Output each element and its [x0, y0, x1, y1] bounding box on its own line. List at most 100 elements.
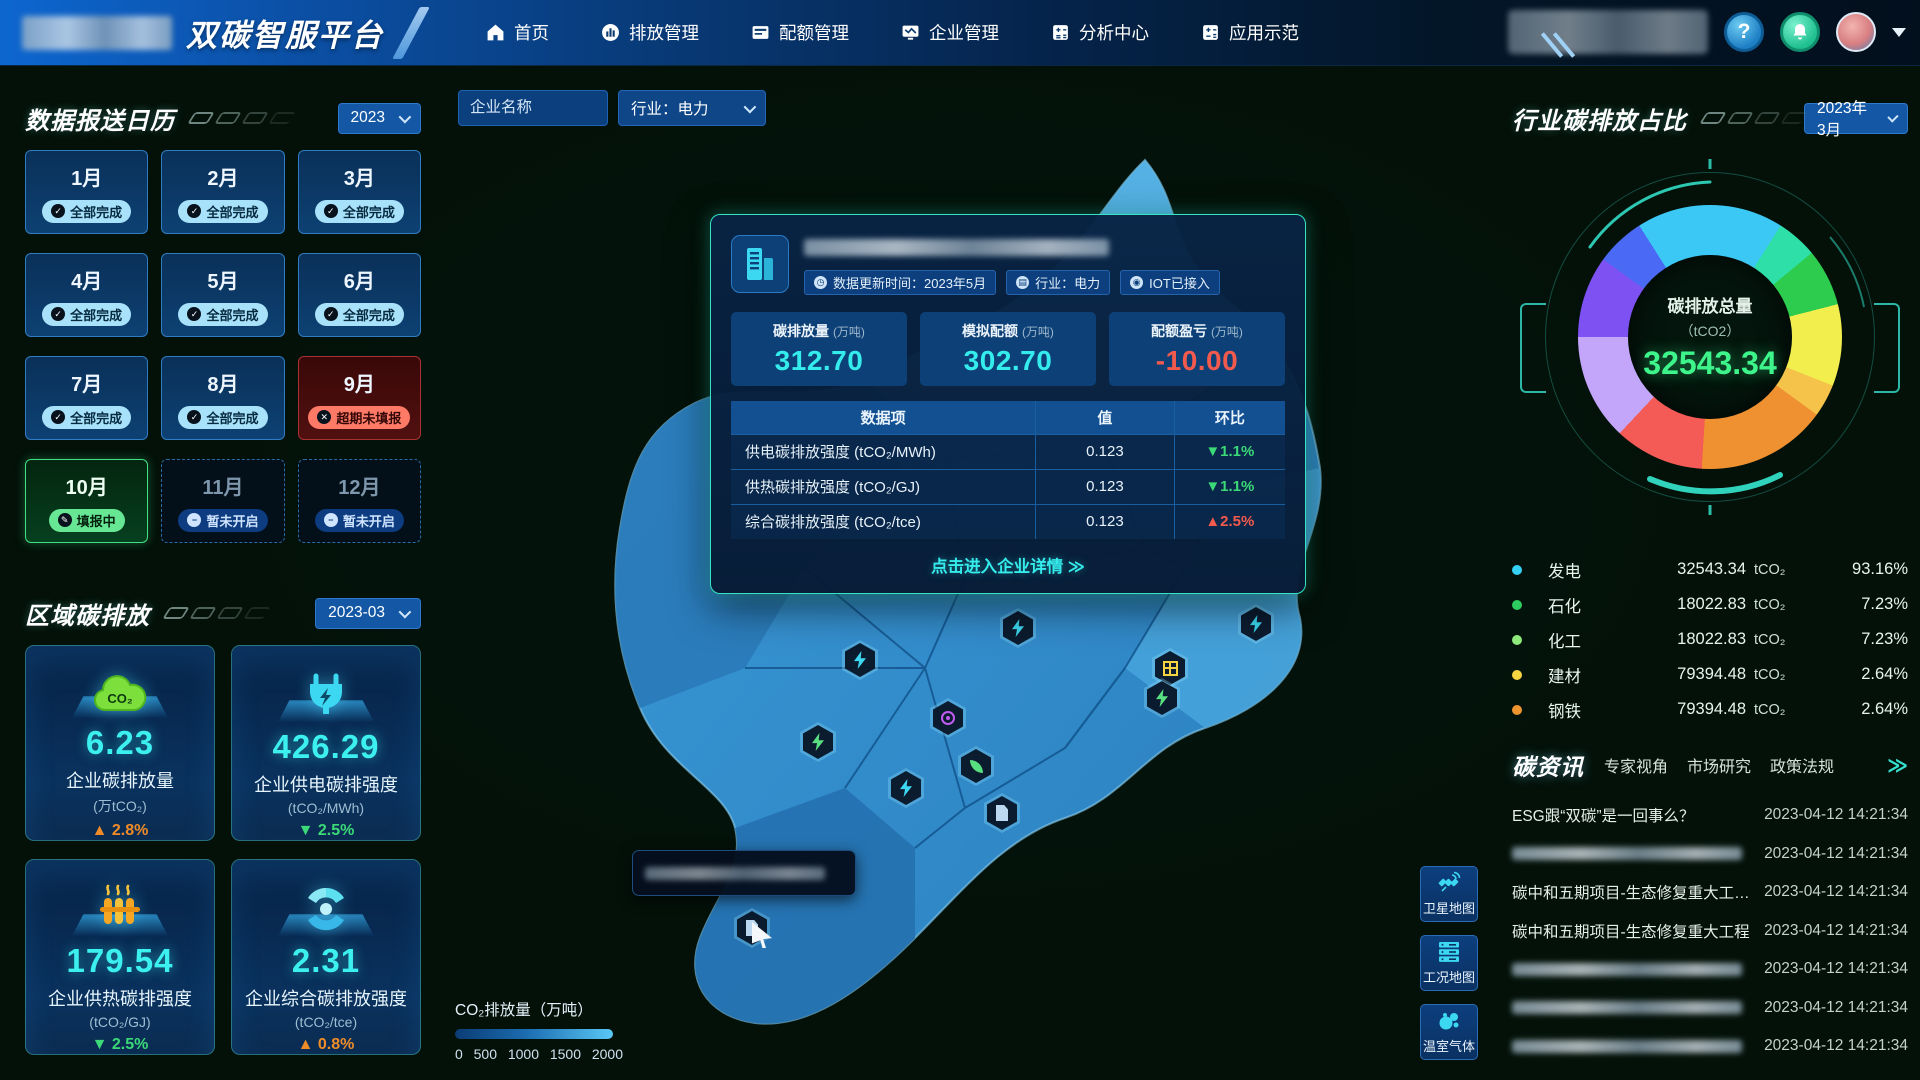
month-label: 6月: [344, 265, 375, 294]
status-icon: ✓: [324, 307, 338, 321]
layer-label: 工况地图: [1423, 967, 1475, 986]
month-label: 7月: [71, 368, 102, 397]
nav-item-emissions[interactable]: 排放管理: [601, 20, 699, 45]
col-header: 值: [1036, 401, 1175, 434]
stat-trend: ▼ 2.5%: [92, 1036, 149, 1054]
enterprise-name-redacted: [804, 239, 1109, 256]
stat-trend: ▼ 2.5%: [298, 822, 355, 840]
nav-label: 应用示范: [1229, 20, 1299, 45]
news-item[interactable]: 碳中和五期项目-生态修复重大工程... 2023-04-12 14:21:34: [1512, 873, 1908, 912]
month-card-aug[interactable]: 8月 ✓全部完成: [161, 356, 284, 440]
nav-item-demos[interactable]: 应用示范: [1201, 20, 1299, 45]
enterprise-detail-link[interactable]: 点击进入企业详情 ≫: [731, 553, 1285, 577]
month-card-jul[interactable]: 7月 ✓全部完成: [25, 356, 148, 440]
industry-filter-select[interactable]: 行业：电力: [618, 90, 766, 126]
month-label: 4月: [71, 265, 102, 294]
donut-bracket-left: [1520, 303, 1546, 393]
calendar-year-select[interactable]: 2023: [338, 103, 421, 134]
news-more-arrow[interactable]: ≫: [1887, 753, 1908, 778]
tab-policy[interactable]: 政策法规: [1770, 753, 1834, 777]
nav-item-analysis[interactable]: 分析中心: [1051, 20, 1149, 45]
section-title: 行业碳排放占比: [1512, 101, 1687, 136]
app-title: 双碳智服平台: [186, 10, 384, 55]
satellite-map-button[interactable]: 卫星地图: [1420, 866, 1478, 922]
legend-dot: [1512, 635, 1522, 645]
emissions-chart-icon: [601, 23, 620, 42]
news-item-time: 2023-04-12 14:21:34: [1764, 999, 1908, 1017]
tab-expert-view[interactable]: 专家视角: [1604, 753, 1668, 777]
month-card-dec[interactable]: 12月 −暂未开启: [298, 459, 421, 543]
month-card-jan[interactable]: 1月 ✓全部完成: [25, 150, 148, 234]
legend-row: 建材 79394.48 tCO₂ 2.64%: [1512, 657, 1908, 692]
news-item-time: 2023-04-12 14:21:34: [1764, 806, 1908, 824]
legend-gradient-bar: [455, 1029, 613, 1039]
status-badge: −暂未开启: [178, 509, 267, 532]
news-item[interactable]: 碳中和五期项目-生态修复重大工程 2023-04-12 14:21:34: [1512, 912, 1908, 951]
legend-dot: [1512, 600, 1522, 610]
stat-unit: (tCO₂/tce): [295, 1014, 357, 1030]
user-menu-caret-icon[interactable]: [1892, 28, 1906, 37]
notifications-button[interactable]: [1780, 12, 1820, 52]
month-card-apr[interactable]: 4月 ✓全部完成: [25, 253, 148, 337]
month-card-sep[interactable]: 9月 ✕超期未填报: [298, 356, 421, 440]
month-card-mar[interactable]: 3月 ✓全部完成: [298, 150, 421, 234]
industry-filter-value: 行业：电力: [631, 97, 709, 119]
status-icon: ✓: [51, 307, 65, 321]
month-card-jun[interactable]: 6月 ✓全部完成: [298, 253, 421, 337]
share-period-select[interactable]: 2023年3月: [1804, 103, 1908, 134]
enterprise-popup: ◷数据更新时间：2023年5月 ▤行业：电力 ◉IOT已接入 碳排放量 (万吨)…: [710, 214, 1306, 594]
tab-market-research[interactable]: 市场研究: [1687, 753, 1751, 777]
operating-map-button[interactable]: 工况地图: [1420, 935, 1478, 991]
month-label: 8月: [207, 368, 238, 397]
year-value: 2023: [351, 109, 385, 127]
legend-dot: [1512, 670, 1522, 680]
building-icon: [743, 246, 777, 282]
logo-mark-redacted: [22, 16, 172, 50]
greenhouse-gas-button[interactable]: 温室气体: [1420, 1004, 1478, 1060]
enterprise-search-input[interactable]: [458, 90, 608, 126]
period-value: 2023年3月: [1817, 96, 1874, 140]
nav-label: 企业管理: [929, 20, 999, 45]
status-icon: ✓: [187, 307, 201, 321]
status-badge: ✓全部完成: [42, 303, 131, 326]
status-badge: ✓全部完成: [42, 200, 131, 223]
gas-molecule-icon: [1436, 1009, 1462, 1033]
stat-value: 6.23: [86, 724, 154, 762]
nav-item-home[interactable]: 首页: [486, 20, 549, 45]
news-item[interactable]: 2023-04-12 14:21:34: [1512, 835, 1908, 874]
month-label: 3月: [344, 162, 375, 191]
news-item[interactable]: 2023-04-12 14:21:34: [1512, 950, 1908, 989]
month-card-nov[interactable]: 11月 −暂未开启: [161, 459, 284, 543]
stat-unit: (tCO₂/GJ): [89, 1014, 150, 1030]
section-title: 区域碳排放: [25, 596, 150, 631]
nav-item-enterprise[interactable]: 企业管理: [901, 20, 999, 45]
nav-label: 配额管理: [779, 20, 849, 45]
col-header: 数据项: [731, 401, 1036, 434]
region-period-select[interactable]: 2023-03: [315, 598, 421, 629]
status-badge: ✓全部完成: [178, 200, 267, 223]
nav-item-quota[interactable]: 配额管理: [751, 20, 849, 45]
user-avatar[interactable]: [1836, 12, 1876, 52]
stat-card-emissions: CO₂ 6.23 企业碳排放量 (万tCO₂) ▲ 2.8%: [25, 645, 215, 841]
satellite-icon: [1436, 871, 1462, 895]
help-button[interactable]: ?: [1724, 12, 1764, 52]
news-item[interactable]: ESG跟“双碳”是一回事么？ 2023-04-12 14:21:34: [1512, 796, 1908, 835]
month-card-feb[interactable]: 2月 ✓全部完成: [161, 150, 284, 234]
stat-card-overall-intensity: 2.31 企业综合碳排放强度 (tCO₂/tce) ▲ 0.8%: [231, 859, 421, 1055]
table-row: 综合碳排放强度 (tCO₂/tce) 0.123 ▲2.5%: [731, 504, 1285, 539]
news-item[interactable]: 2023-04-12 14:21:34: [1512, 989, 1908, 1028]
legend-row: 化工 18022.83 tCO₂ 7.23%: [1512, 622, 1908, 657]
month-card-may[interactable]: 5月 ✓全部完成: [161, 253, 284, 337]
status-icon: −: [324, 513, 338, 527]
stat-label: 企业供电碳排强度: [254, 771, 398, 797]
news-item-title-redacted: [1512, 1040, 1742, 1053]
analysis-calculator-icon: [1051, 23, 1070, 42]
total-unit: （tCO2）: [1680, 321, 1741, 341]
map-tooltip: [632, 850, 856, 896]
stat-label: 企业供热碳排强度: [48, 985, 192, 1011]
month-card-oct[interactable]: 10月 ✎填报中: [25, 459, 148, 543]
news-item[interactable]: 2023-04-12 14:21:34: [1512, 1027, 1908, 1066]
stat-value: 179.54: [67, 942, 174, 980]
legend-dot: [1512, 565, 1522, 575]
status-badge: ✓全部完成: [178, 303, 267, 326]
